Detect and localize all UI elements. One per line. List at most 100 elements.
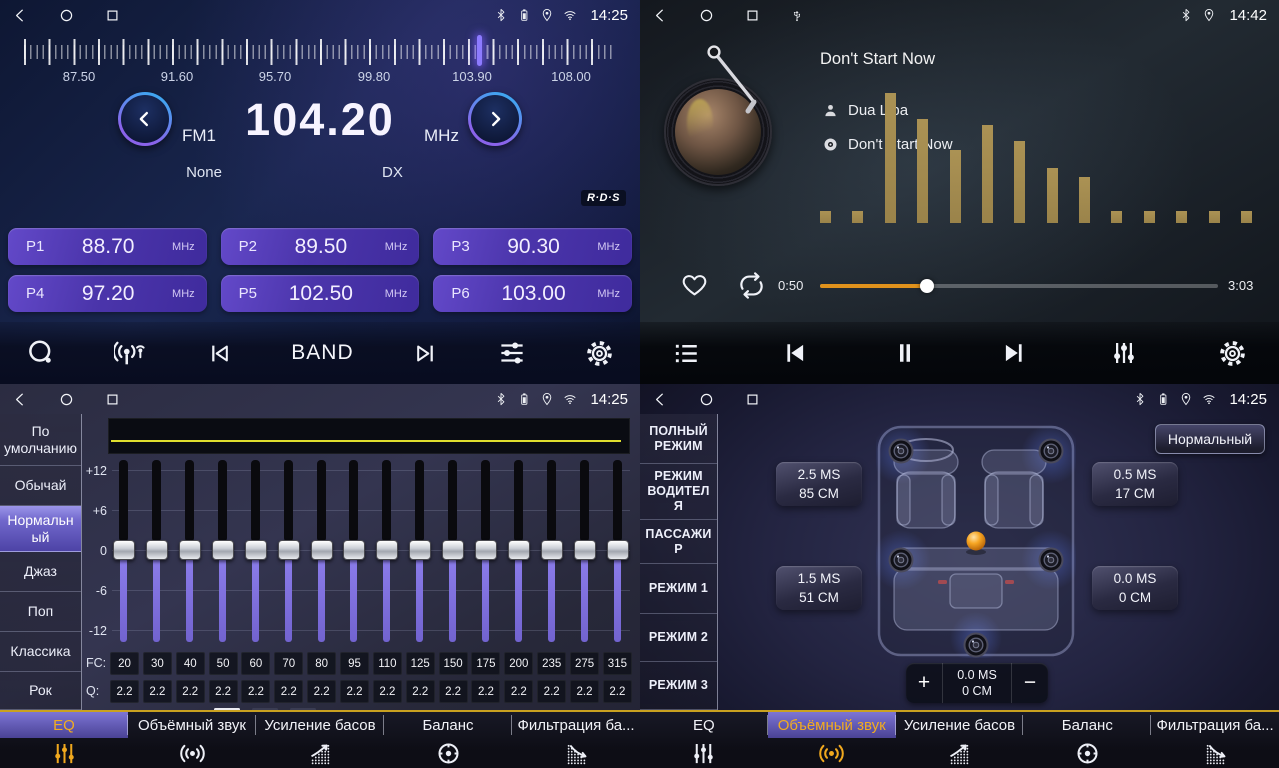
slider-handle[interactable] xyxy=(179,540,201,560)
eq-fc-value[interactable]: 125 xyxy=(406,652,435,675)
slider-handle[interactable] xyxy=(442,540,464,560)
eq-fc-value[interactable]: 235 xyxy=(537,652,566,675)
back-icon[interactable] xyxy=(12,7,29,24)
preset-button-p5[interactable]: P5102.50MHz xyxy=(221,275,420,312)
tab-bass-boost[interactable]: Усиление басов xyxy=(256,712,384,768)
eq-band-slider[interactable] xyxy=(342,454,366,660)
home-icon[interactable] xyxy=(698,391,715,408)
eq-preset-classic[interactable]: Классика xyxy=(0,632,81,672)
repeat-button[interactable] xyxy=(736,270,767,301)
slider-handle[interactable] xyxy=(508,540,530,560)
settings-button[interactable] xyxy=(585,339,614,368)
increase-delay-button[interactable]: + xyxy=(906,663,942,703)
eq-fc-value[interactable]: 110 xyxy=(373,652,402,675)
sound-profile-button[interactable]: Нормальный xyxy=(1155,424,1265,454)
eq-q-value[interactable]: 2.2 xyxy=(406,680,435,703)
eq-q-value[interactable]: 2.2 xyxy=(471,680,500,703)
eq-fc-value[interactable]: 50 xyxy=(209,652,238,675)
tune-up-button[interactable] xyxy=(468,92,522,146)
mode-driver[interactable]: РЕЖИМ ВОДИТЕЛЯ xyxy=(640,464,717,520)
preset-button-p4[interactable]: P497.20MHz xyxy=(8,275,207,312)
slider-handle[interactable] xyxy=(574,540,596,560)
progress-bar[interactable] xyxy=(820,284,1218,288)
eq-band-slider[interactable] xyxy=(244,454,268,660)
tab-balance[interactable]: Баланс xyxy=(384,712,512,768)
mode-full[interactable]: ПОЛНЫЙ РЕЖИМ xyxy=(640,414,717,464)
eq-q-value[interactable]: 2.2 xyxy=(241,680,270,703)
slider-handle[interactable] xyxy=(146,540,168,560)
eq-band-slider[interactable] xyxy=(606,454,630,660)
recents-icon[interactable] xyxy=(104,7,121,24)
eq-preset-jazz[interactable]: Джаз xyxy=(0,552,81,592)
favorite-button[interactable] xyxy=(680,270,709,299)
recents-icon[interactable] xyxy=(744,391,761,408)
listening-position-marker[interactable] xyxy=(967,532,986,551)
eq-q-value[interactable]: 2.2 xyxy=(274,680,303,703)
eq-preset-pop[interactable]: Поп xyxy=(0,592,81,632)
decrease-delay-button[interactable]: − xyxy=(1012,663,1048,703)
eq-band-slider[interactable] xyxy=(310,454,334,660)
eq-preset-rock[interactable]: Рок xyxy=(0,672,81,710)
eq-q-value[interactable]: 2.2 xyxy=(340,680,369,703)
slider-handle[interactable] xyxy=(607,540,629,560)
slider-handle[interactable] xyxy=(376,540,398,560)
slider-handle[interactable] xyxy=(113,540,135,560)
mode-3[interactable]: РЕЖИМ 3 xyxy=(640,662,717,710)
slider-handle[interactable] xyxy=(343,540,365,560)
eq-fc-value[interactable]: 80 xyxy=(307,652,336,675)
tab-bass-boost[interactable]: Усиление басов xyxy=(896,712,1024,768)
eq-q-value[interactable]: 2.2 xyxy=(439,680,468,703)
eq-q-value[interactable]: 2.2 xyxy=(307,680,336,703)
eq-q-value[interactable]: 2.2 xyxy=(537,680,566,703)
equalizer-button[interactable] xyxy=(1109,338,1139,368)
eq-band-slider[interactable] xyxy=(178,454,202,660)
tab-surround-sound[interactable]: Объёмный звук xyxy=(128,712,256,768)
delay-rear-left[interactable]: 1.5 MS 51 CM xyxy=(776,566,862,610)
mode-passenger[interactable]: ПАССАЖИР xyxy=(640,520,717,564)
tab-surround-sound[interactable]: Объёмный звук xyxy=(768,712,896,768)
back-icon[interactable] xyxy=(652,7,669,24)
delay-front-left[interactable]: 2.5 MS 85 CM xyxy=(776,462,862,506)
slider-handle[interactable] xyxy=(278,540,300,560)
delay-front-right[interactable]: 0.5 MS 17 CM xyxy=(1092,462,1178,506)
preset-button-p3[interactable]: P390.30MHz xyxy=(433,228,632,265)
tab-eq[interactable]: EQ xyxy=(0,712,128,768)
pause-button[interactable] xyxy=(890,338,920,368)
next-station-button[interactable] xyxy=(412,340,439,367)
playlist-button[interactable] xyxy=(672,339,701,368)
eq-fc-value[interactable]: 175 xyxy=(471,652,500,675)
home-icon[interactable] xyxy=(58,7,75,24)
equalizer-button[interactable] xyxy=(497,338,527,368)
eq-preset-normal[interactable]: Нормальный xyxy=(0,506,81,552)
broadcast-button[interactable] xyxy=(114,336,148,370)
slider-handle[interactable] xyxy=(409,540,431,560)
previous-station-button[interactable] xyxy=(206,340,233,367)
tab-eq[interactable]: EQ xyxy=(640,712,768,768)
slider-handle[interactable] xyxy=(311,540,333,560)
eq-band-slider[interactable] xyxy=(474,454,498,660)
eq-q-value[interactable]: 2.2 xyxy=(110,680,139,703)
eq-q-value[interactable]: 2.2 xyxy=(176,680,205,703)
slider-handle[interactable] xyxy=(245,540,267,560)
eq-q-value[interactable]: 2.2 xyxy=(373,680,402,703)
eq-band-slider[interactable] xyxy=(441,454,465,660)
preset-button-p6[interactable]: P6103.00MHz xyxy=(433,275,632,312)
tune-down-button[interactable] xyxy=(118,92,172,146)
eq-fc-value[interactable]: 275 xyxy=(570,652,599,675)
slider-handle[interactable] xyxy=(541,540,563,560)
eq-band-slider[interactable] xyxy=(277,454,301,660)
eq-fc-value[interactable]: 60 xyxy=(241,652,270,675)
eq-fc-value[interactable]: 150 xyxy=(439,652,468,675)
eq-fc-value[interactable]: 70 xyxy=(274,652,303,675)
eq-band-slider[interactable] xyxy=(211,454,235,660)
eq-band-slider[interactable] xyxy=(375,454,399,660)
back-icon[interactable] xyxy=(652,391,669,408)
eq-band-slider[interactable] xyxy=(112,454,136,660)
tab-filter[interactable]: Фильтрация ба... xyxy=(1151,712,1279,768)
eq-band-slider[interactable] xyxy=(145,454,169,660)
eq-band-slider[interactable] xyxy=(540,454,564,660)
next-track-button[interactable] xyxy=(999,338,1029,368)
previous-track-button[interactable] xyxy=(780,338,810,368)
eq-q-value[interactable]: 2.2 xyxy=(143,680,172,703)
eq-band-slider[interactable] xyxy=(408,454,432,660)
